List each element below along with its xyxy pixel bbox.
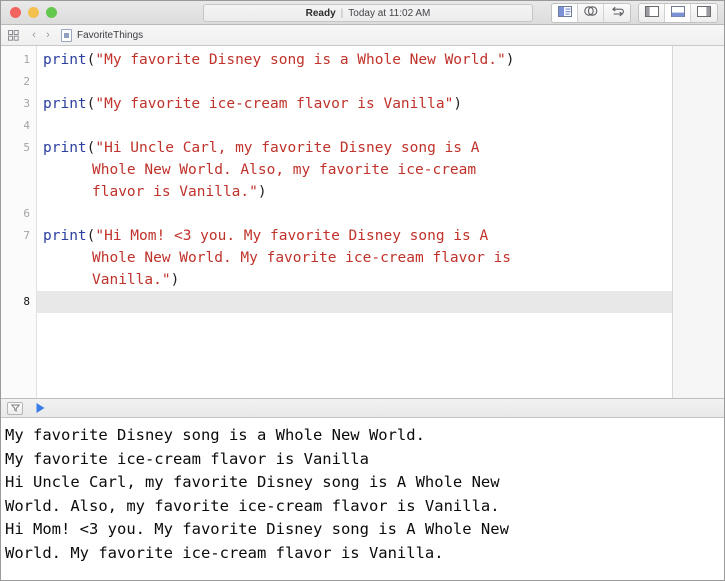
navigator-toggle-button[interactable] — [552, 4, 578, 22]
xcode-window: Ready | Today at 11:02 AM ‹ › FavoriteTh… — [0, 0, 725, 581]
line-number: 8 — [23, 295, 30, 308]
code-keyword: print — [43, 52, 87, 68]
traffic-light-group — [1, 7, 57, 18]
source-editor[interactable]: 1 2 3 4 5 6 7 8 print("My favorite Disney son… — [1, 46, 672, 398]
code-keyword: print — [43, 140, 87, 156]
line-number-gutter: 1 2 3 4 5 6 7 8 — [1, 46, 37, 398]
console-output-line: Hi Uncle Carl, my favorite Disney song i… — [5, 473, 500, 491]
python-file-icon — [61, 28, 72, 42]
line-number: 6 — [23, 207, 30, 220]
console-toolbar — [1, 399, 724, 418]
back-chevron-icon[interactable]: ‹ — [27, 29, 41, 41]
left-panel-icon — [644, 4, 659, 22]
code-line[interactable] — [37, 203, 672, 225]
code-line[interactable]: Vanilla.") — [37, 269, 672, 291]
code-line[interactable]: flavor is Vanilla.") — [37, 181, 672, 203]
code-line[interactable]: print("Hi Uncle Carl, my favorite Disney… — [37, 137, 672, 159]
code-punctuation: ) — [505, 52, 515, 68]
code-string: Whole New World. My favorite ice-cream f… — [92, 250, 512, 266]
code-line[interactable] — [37, 115, 672, 137]
status-time: Today at 11:02 AM — [348, 7, 431, 19]
code-string: "My favorite Disney song is a Whole New … — [95, 52, 506, 68]
status-state: Ready — [305, 7, 336, 19]
related-items-button[interactable] — [578, 4, 604, 22]
close-button[interactable] — [10, 7, 21, 18]
code-line[interactable]: Whole New World. My favorite ice-cream f… — [37, 247, 672, 269]
breadcrumb: ‹ › FavoriteThings — [1, 25, 724, 46]
toolbar-view-group — [551, 3, 631, 23]
grid-icon[interactable] — [8, 29, 19, 41]
line-number: 1 — [23, 53, 30, 66]
minimize-button[interactable] — [28, 7, 39, 18]
zoom-button[interactable] — [46, 7, 57, 18]
toolbar-panel-group — [638, 3, 718, 23]
code-line[interactable]: Whole New World. Also, my favorite ice-c… — [37, 159, 672, 181]
line-number: 7 — [23, 229, 30, 242]
forward-chevron-icon[interactable]: › — [41, 29, 55, 41]
line-number: 4 — [23, 119, 30, 132]
line-number: 5 — [23, 141, 30, 154]
console-output-line: World. My favorite ice-cream flavor is V… — [5, 543, 444, 562]
code-string: "My favorite ice-cream flavor is Vanilla… — [95, 96, 454, 112]
right-panel-button[interactable] — [691, 4, 717, 22]
code-keyword: print — [43, 96, 87, 112]
right-panel-icon — [697, 4, 711, 22]
code-punctuation: ) — [170, 272, 180, 288]
toolbar-right — [544, 3, 718, 23]
navigator-toggle-icon — [557, 4, 572, 22]
code-string: flavor is Vanilla." — [92, 184, 258, 200]
code-string: "Hi Uncle Carl, my favorite Disney song … — [95, 140, 480, 156]
code-line[interactable]: print("My favorite Disney song is a Whol… — [37, 49, 672, 71]
code-line[interactable]: print("My favorite ice-cream flavor is V… — [37, 93, 672, 115]
console-output-line: World. Also, my favorite ice-cream flavo… — [5, 496, 500, 515]
code-string: Vanilla." — [92, 272, 171, 288]
editor-minimap[interactable] — [672, 46, 724, 398]
code-punctuation: ) — [257, 184, 267, 200]
code-line[interactable] — [37, 71, 672, 93]
left-panel-button[interactable] — [639, 4, 665, 22]
code-line[interactable]: print("Hi Mom! <3 you. My favorite Disne… — [37, 225, 672, 247]
window-titlebar: Ready | Today at 11:02 AM — [1, 1, 724, 25]
status-separator: | — [340, 7, 344, 19]
code-string: "Hi Mom! <3 you. My favorite Disney song… — [95, 228, 489, 244]
console-output-line: My favorite ice-cream flavor is Vanilla — [5, 449, 369, 468]
line-number: 3 — [23, 97, 30, 110]
code-line[interactable] — [37, 291, 672, 313]
code-content[interactable]: print("My favorite Disney song is a Whol… — [37, 46, 672, 398]
play-icon[interactable] — [34, 401, 46, 415]
console-output[interactable]: My favorite Disney song is a Whole New W… — [1, 418, 724, 580]
related-items-icon — [583, 4, 598, 22]
code-keyword: print — [43, 228, 87, 244]
bottom-panel-icon — [670, 4, 685, 22]
code-punctuation: ) — [453, 96, 463, 112]
console-output-line: My favorite Disney song is a Whole New W… — [5, 426, 425, 444]
line-number: 2 — [23, 75, 30, 88]
undo-redo-icon — [610, 4, 625, 22]
status-field: Ready | Today at 11:02 AM — [203, 4, 533, 22]
filter-dropdown-icon[interactable] — [7, 401, 23, 415]
console-output-line: Hi Mom! <3 you. My favorite Disney song … — [5, 520, 509, 538]
breadcrumb-file-label[interactable]: FavoriteThings — [77, 30, 143, 41]
bottom-panel-button[interactable] — [665, 4, 691, 22]
code-string: Whole New World. Also, my favorite ice-c… — [92, 162, 477, 178]
undo-redo-button[interactable] — [604, 4, 630, 22]
editor-area: 1 2 3 4 5 6 7 8 print("My favorite Disney son… — [1, 46, 724, 399]
